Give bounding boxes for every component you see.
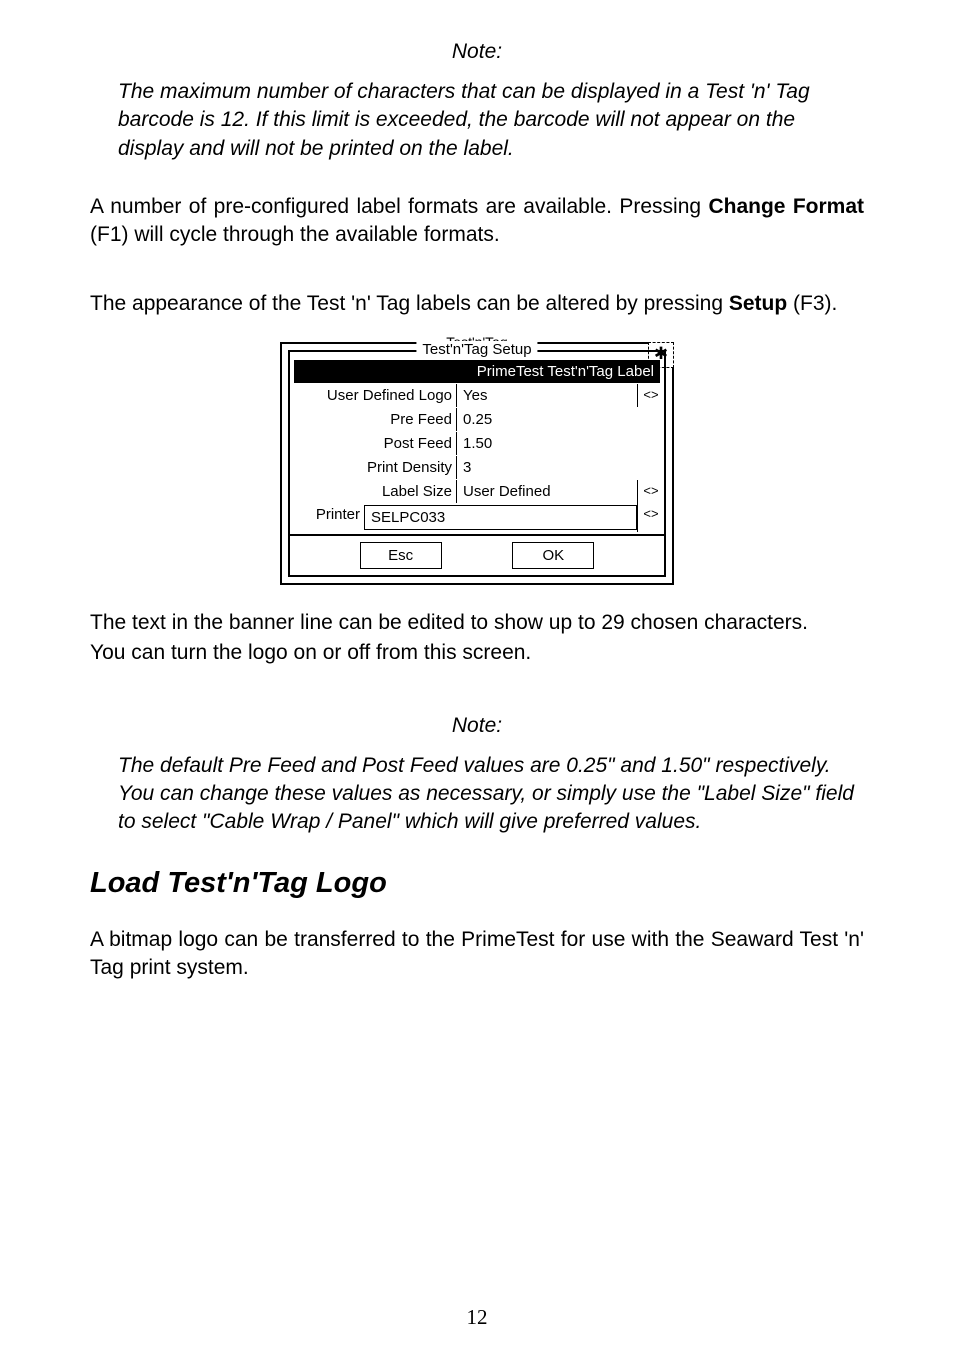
row-post-feed[interactable]: Post Feed 1.50 (290, 431, 664, 455)
field-label: User Defined Logo (290, 384, 457, 407)
field-value[interactable]: SELPC033 (364, 505, 637, 530)
field-value[interactable]: 0.25 (457, 408, 664, 431)
page-number: 12 (0, 1305, 954, 1330)
field-label: Label Size (290, 480, 457, 503)
bold-run: Setup (729, 292, 787, 315)
banner-input[interactable]: PrimeTest Test'n'Tag Label (294, 360, 660, 383)
field-label: Pre Feed (290, 408, 457, 431)
paragraph-setup: The appearance of the Test 'n' Tag label… (90, 290, 864, 318)
bold-run: Change Format (708, 195, 864, 218)
text-run: A number of pre-configured label formats… (90, 195, 708, 218)
text-run: (F3). (787, 292, 837, 315)
text-run: The appearance of the Test 'n' Tag label… (90, 292, 729, 315)
paragraph-banner-info: The text in the banner line can be edite… (90, 609, 864, 637)
row-print-density[interactable]: Print Density 3 (290, 455, 664, 479)
field-value[interactable]: 1.50 (457, 432, 664, 455)
field-value[interactable]: 3 (457, 456, 664, 479)
cycle-arrows-icon[interactable]: <> (637, 480, 664, 503)
note-label: Note: (90, 40, 864, 64)
field-value[interactable]: Yes (457, 384, 637, 407)
note-label: Note: (90, 714, 864, 738)
field-label: Printer (290, 503, 364, 532)
paragraph-change-format: A number of pre-configured label formats… (90, 193, 864, 250)
esc-button[interactable]: Esc (360, 542, 442, 569)
text-run: (F1) will cycle through the available fo… (90, 223, 500, 246)
field-label: Print Density (290, 456, 457, 479)
button-row: Esc OK (290, 536, 664, 575)
row-user-defined-logo[interactable]: User Defined Logo Yes <> (290, 383, 664, 407)
row-label-size[interactable]: Label Size User Defined <> (290, 479, 664, 503)
note-body: The default Pre Feed and Post Feed value… (118, 752, 864, 837)
dialog-inner-title: Test'n'Tag Setup (416, 341, 537, 358)
cycle-arrows-icon[interactable]: <> (637, 503, 664, 532)
field-label: Post Feed (290, 432, 457, 455)
setup-dialog: Test'n'Tag ✱ Test'n'Tag Setup PrimeTest … (280, 342, 674, 585)
row-printer[interactable]: Printer SELPC033 <> (290, 503, 664, 532)
note-body: The maximum number of characters that ca… (118, 78, 864, 163)
cycle-arrows-icon[interactable]: <> (637, 384, 664, 407)
field-value[interactable]: User Defined (457, 480, 637, 503)
paragraph-bitmap-logo: A bitmap logo can be transferred to the … (90, 926, 864, 983)
paragraph-logo-toggle: You can turn the logo on or off from thi… (90, 639, 864, 667)
ok-button[interactable]: OK (512, 542, 594, 569)
section-heading: Load Test'n'Tag Logo (90, 867, 864, 900)
row-pre-feed[interactable]: Pre Feed 0.25 (290, 407, 664, 431)
